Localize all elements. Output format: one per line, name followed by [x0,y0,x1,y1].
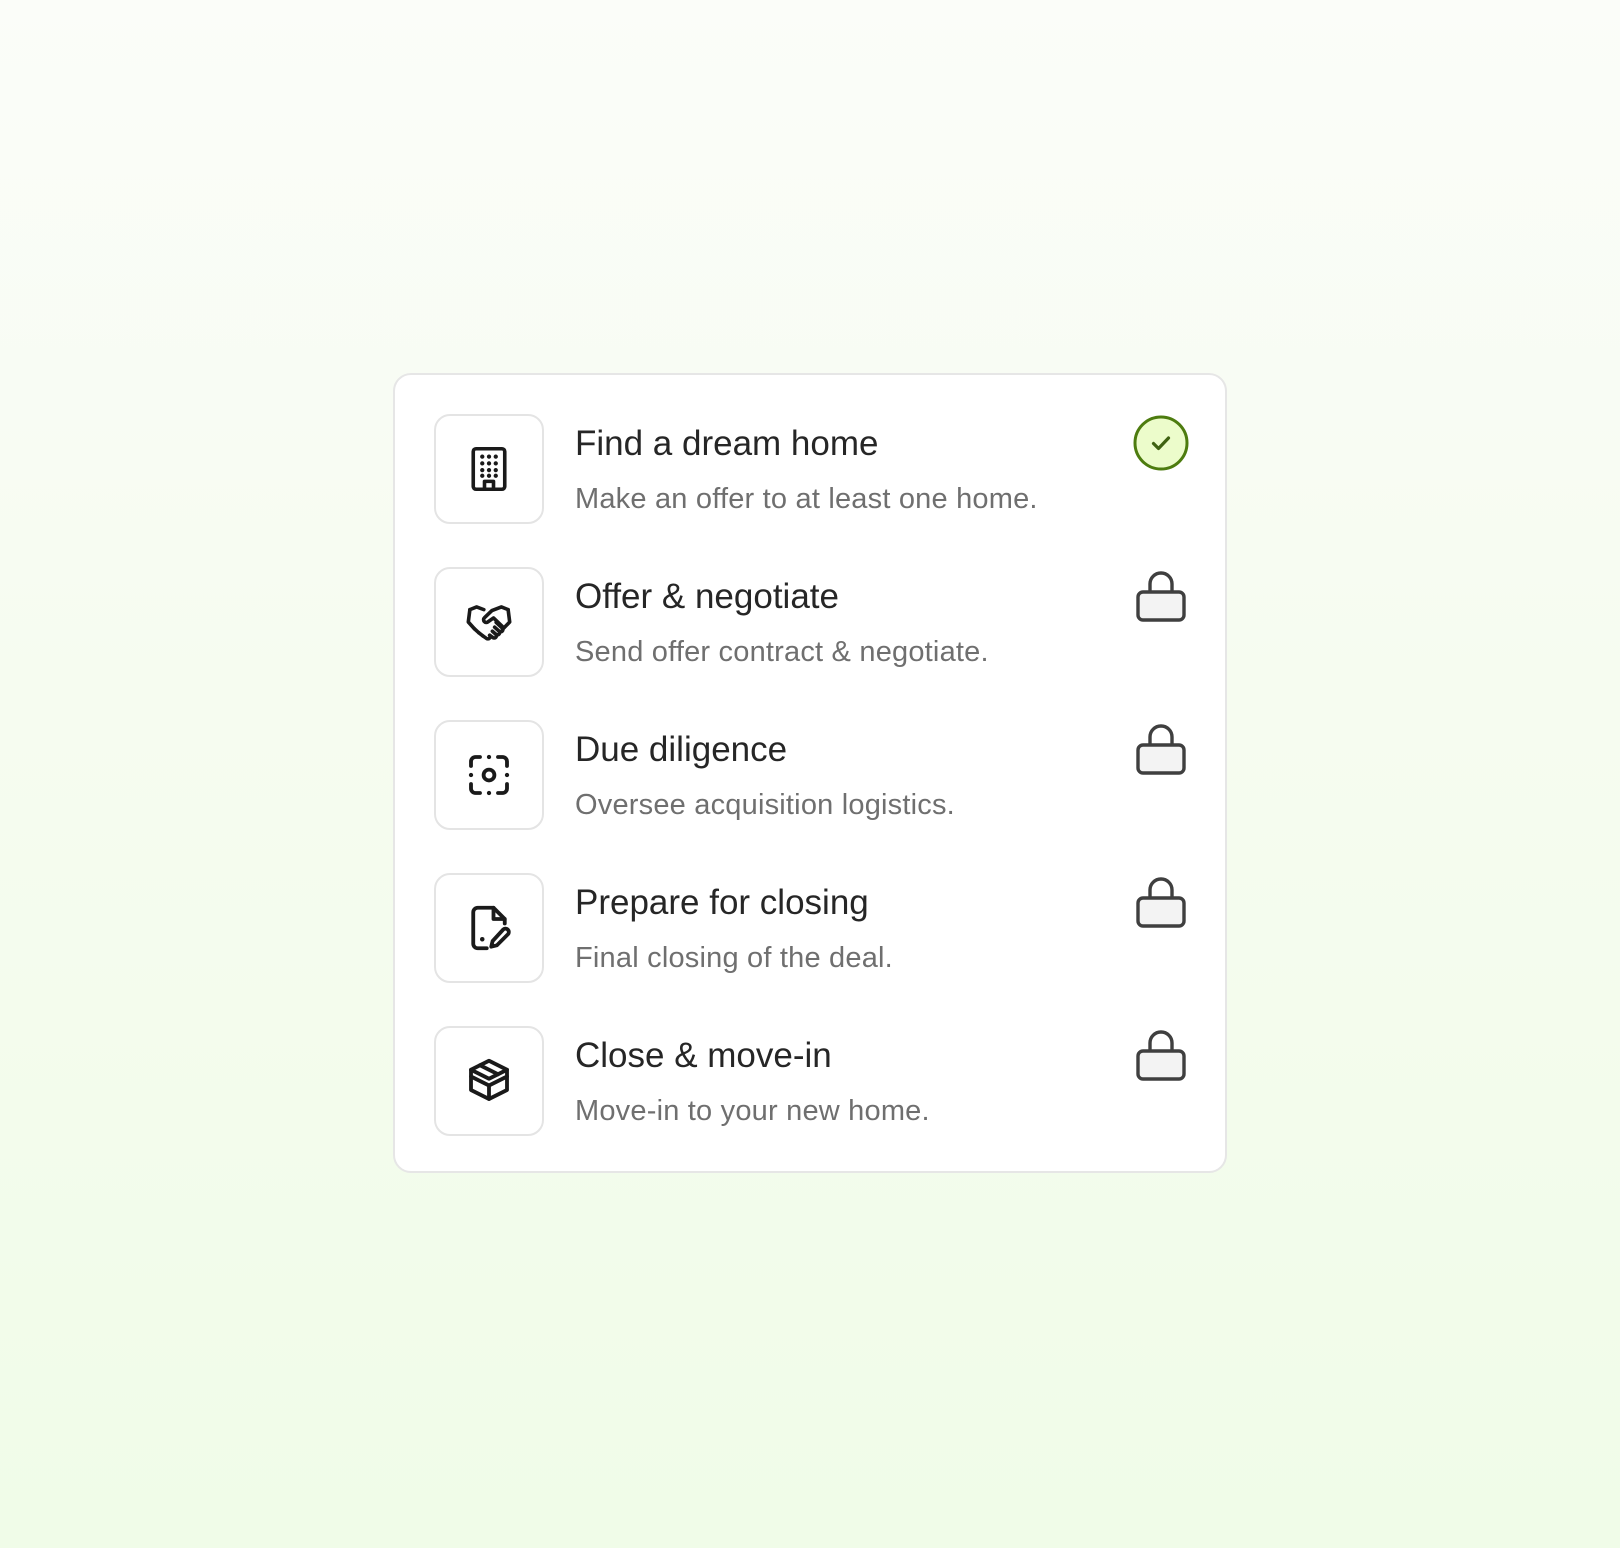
step-item-due-diligence[interactable]: Due diligence Oversee acquisition logist… [434,720,1190,830]
step-description: Oversee acquisition logistics. [575,789,955,821]
lock-icon [1136,1030,1186,1081]
handshake-icon [466,605,512,641]
step-item-prepare-closing[interactable]: Prepare for closing Final closing of the… [434,873,1190,983]
step-icon-container [434,414,544,524]
box-icon [469,1058,509,1101]
step-description: Move-in to your new home. [575,1095,930,1127]
step-title: Due diligence [575,730,788,769]
step-status-locked [1133,721,1189,777]
step-status-locked [1133,874,1189,930]
step-status-locked [1133,568,1189,624]
step-icon-container [434,567,544,677]
lock-icon [1136,571,1186,622]
step-description: Send offer contract & negotiate. [575,636,989,668]
focus-scan-icon [468,754,510,796]
document-edit-icon [471,905,511,951]
step-title: Close & move-in [575,1036,832,1075]
lock-icon [1136,877,1186,928]
steps-card: Find a dream home Make an offer to at le… [393,373,1227,1173]
step-title: Prepare for closing [575,883,869,922]
step-item-close-move-in[interactable]: Close & move-in Move-in to your new home… [434,1026,1190,1136]
step-title: Offer & negotiate [575,577,839,616]
step-item-find-dream-home[interactable]: Find a dream home Make an offer to at le… [434,414,1190,524]
step-description: Final closing of the deal. [575,942,893,974]
step-title: Find a dream home [575,424,879,463]
step-status-locked [1133,1027,1189,1083]
step-icon-container [434,1026,544,1136]
step-item-offer-negotiate[interactable]: Offer & negotiate Send offer contract & … [434,567,1190,677]
step-status-completed [1133,415,1189,471]
step-icon-container [434,873,544,983]
step-description: Make an offer to at least one home. [575,483,1038,515]
step-icon-container [434,720,544,830]
check-circle-icon [1133,415,1189,471]
lock-icon [1136,724,1186,775]
building-icon [471,446,507,492]
